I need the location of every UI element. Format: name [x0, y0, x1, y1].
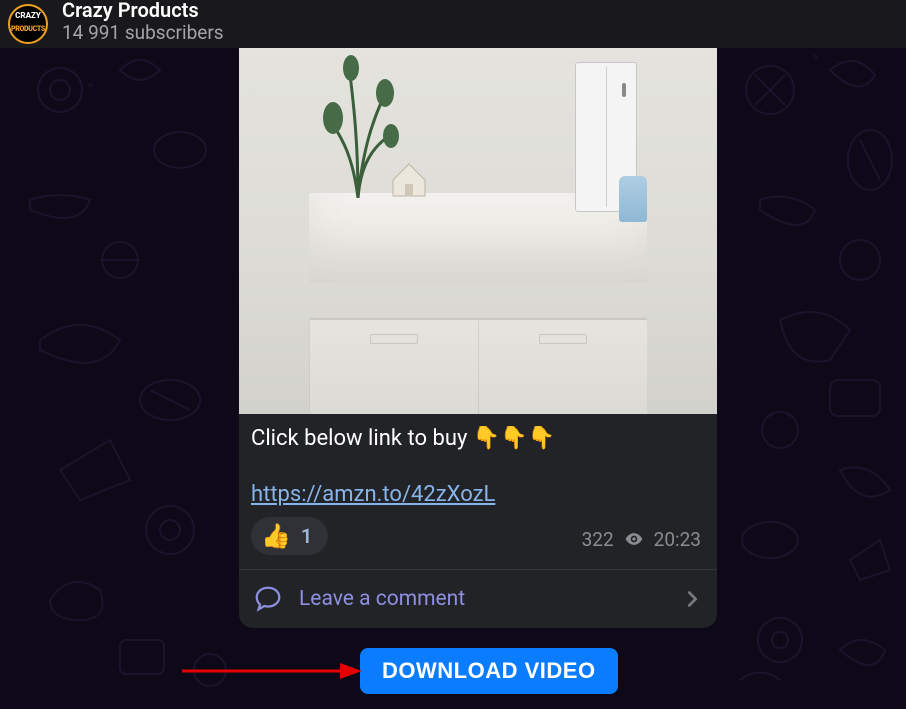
download-video-button[interactable]: DOWNLOAD VIDEO — [360, 648, 618, 694]
message-text: Click below link to buy — [251, 426, 473, 451]
reaction-button[interactable]: 👍 1 — [251, 517, 328, 555]
view-count: 322 — [582, 528, 614, 551]
chevron-right-icon — [681, 588, 703, 610]
message-meta: 322 20:23 — [582, 528, 705, 555]
channel-header[interactable]: CRAZY PRODUCTS Crazy Products 14 991 sub… — [0, 0, 906, 48]
channel-name: Crazy Products — [62, 0, 224, 22]
subscriber-count: 14 991 subscribers — [62, 22, 224, 45]
message-time: 20:23 — [654, 528, 701, 551]
leave-comment-label: Leave a comment — [299, 587, 665, 611]
comment-icon — [253, 584, 283, 614]
message-body: Click below link to buy 👇👇👇 https://amzn… — [239, 414, 717, 563]
reaction-count: 1 — [301, 524, 312, 548]
header-titles: Crazy Products 14 991 subscribers — [62, 0, 224, 44]
thumbs-up-icon: 👍 — [261, 522, 291, 550]
message-text-line: Click below link to buy 👇👇👇 — [251, 424, 705, 454]
message-video-thumbnail[interactable] — [239, 48, 717, 414]
eye-icon — [624, 529, 644, 549]
avatar-text-bottom: PRODUCTS — [11, 26, 45, 33]
leave-comment-button[interactable]: Leave a comment — [239, 569, 717, 628]
pointing-down-emoji: 👇👇👇 — [473, 426, 555, 451]
channel-avatar[interactable]: CRAZY PRODUCTS — [8, 4, 48, 44]
message-bubble: Click below link to buy 👇👇👇 https://amzn… — [239, 48, 717, 628]
message-link[interactable]: https://amzn.to/42zXozL — [251, 482, 495, 507]
avatar-text-top: CRAZY — [15, 12, 41, 20]
